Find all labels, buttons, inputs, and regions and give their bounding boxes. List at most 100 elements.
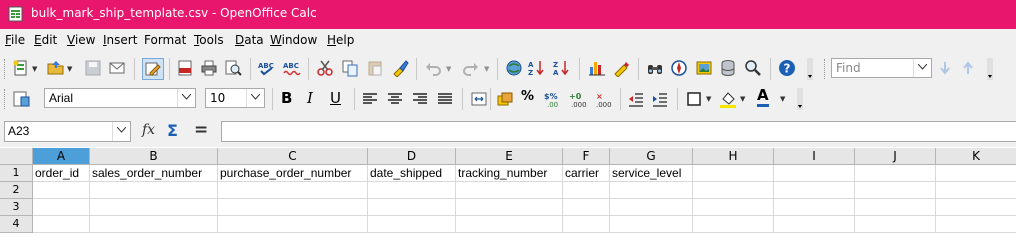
cell-h1[interactable]: [693, 165, 774, 182]
cell-g2[interactable]: [610, 182, 693, 199]
cell-c4[interactable]: [218, 216, 368, 233]
column-header-g[interactable]: G: [610, 148, 693, 165]
column-header-a[interactable]: A: [33, 148, 90, 165]
cell-k3[interactable]: [936, 199, 1016, 216]
cell-d2[interactable]: [368, 182, 456, 199]
cell-a3[interactable]: [33, 199, 90, 216]
find-toolbar-overflow-icon[interactable]: [987, 58, 993, 80]
open-dropdown-icon[interactable]: ▼: [67, 65, 72, 73]
draw-functions-icon[interactable]: [612, 59, 630, 77]
cell-f2[interactable]: [563, 182, 610, 199]
column-header-i[interactable]: I: [774, 148, 855, 165]
cell-h3[interactable]: [693, 199, 774, 216]
page-preview-icon[interactable]: [224, 59, 242, 77]
cell-f3[interactable]: [563, 199, 610, 216]
cell-b3[interactable]: [90, 199, 218, 216]
justify-icon[interactable]: [436, 90, 454, 108]
paste-icon[interactable]: [366, 59, 384, 77]
undo-icon[interactable]: [424, 59, 442, 77]
row-header-1[interactable]: 1: [0, 165, 33, 182]
email-icon[interactable]: [108, 59, 126, 77]
hyperlink-icon[interactable]: [505, 59, 523, 77]
currency-format-icon[interactable]: [496, 90, 514, 108]
cell-k4[interactable]: [936, 216, 1016, 233]
row-header-2[interactable]: 2: [0, 182, 33, 199]
cell-d4[interactable]: [368, 216, 456, 233]
borders-dropdown-icon[interactable]: ▼: [706, 95, 711, 103]
menu-file[interactable]: File: [5, 33, 25, 47]
cell-a1[interactable]: order_id: [33, 165, 90, 182]
cell-e1[interactable]: tracking_number: [456, 165, 563, 182]
column-header-f[interactable]: F: [563, 148, 610, 165]
cell-k1[interactable]: [936, 165, 1016, 182]
font-color-button[interactable]: A: [757, 87, 769, 107]
column-header-k[interactable]: K: [936, 148, 1016, 165]
function-wizard-button[interactable]: fx: [142, 122, 155, 138]
open-folder-icon[interactable]: [47, 59, 65, 77]
underline-button[interactable]: U: [330, 89, 341, 107]
cell-e4[interactable]: [456, 216, 563, 233]
name-box[interactable]: A23: [4, 121, 131, 142]
cell-e3[interactable]: [456, 199, 563, 216]
align-center-icon[interactable]: [386, 90, 404, 108]
cell-j1[interactable]: [855, 165, 936, 182]
cell-h2[interactable]: [693, 182, 774, 199]
cell-d1[interactable]: date_shipped: [368, 165, 456, 182]
copy-icon[interactable]: [341, 59, 359, 77]
cell-b2[interactable]: [90, 182, 218, 199]
function-button[interactable]: =: [194, 120, 208, 140]
decrease-indent-icon[interactable]: [627, 90, 645, 108]
save-icon[interactable]: [84, 59, 102, 77]
add-decimal-icon[interactable]: +0.000: [569, 90, 587, 108]
row-header-3[interactable]: 3: [0, 199, 33, 216]
background-color-dropdown-icon[interactable]: ▼: [740, 95, 745, 103]
cell-j2[interactable]: [855, 182, 936, 199]
cell-g3[interactable]: [610, 199, 693, 216]
redo-icon[interactable]: [462, 59, 480, 77]
select-all-corner[interactable]: [0, 148, 33, 165]
column-header-b[interactable]: B: [90, 148, 218, 165]
find-next-icon[interactable]: [936, 59, 954, 77]
menu-tools[interactable]: Tools: [194, 33, 224, 47]
cell-b4[interactable]: [90, 216, 218, 233]
borders-icon[interactable]: [685, 90, 703, 108]
cell-i1[interactable]: [774, 165, 855, 182]
insert-chart-icon[interactable]: [588, 59, 606, 77]
styles-formatting-icon[interactable]: [12, 90, 30, 108]
cell-a4[interactable]: [33, 216, 90, 233]
autospellcheck-icon[interactable]: ABC: [283, 59, 301, 77]
cell-c2[interactable]: [218, 182, 368, 199]
percent-format-button[interactable]: %: [521, 89, 534, 104]
merge-cells-icon[interactable]: [470, 90, 488, 108]
cell-e2[interactable]: [456, 182, 563, 199]
toolbar-grip[interactable]: [4, 59, 7, 79]
format-toolbar-overflow-icon[interactable]: [797, 88, 803, 110]
column-header-h[interactable]: H: [693, 148, 774, 165]
formula-input[interactable]: [221, 121, 1016, 142]
redo-dropdown-icon[interactable]: ▼: [484, 65, 489, 73]
bold-button[interactable]: B: [281, 89, 292, 107]
align-right-icon[interactable]: [411, 90, 429, 108]
cell-g4[interactable]: [610, 216, 693, 233]
cell-d3[interactable]: [368, 199, 456, 216]
undo-dropdown-icon[interactable]: ▼: [446, 65, 451, 73]
cell-b1[interactable]: sales_order_number: [90, 165, 218, 182]
zoom-icon[interactable]: [744, 59, 762, 77]
find-previous-icon[interactable]: [959, 59, 977, 77]
sum-button[interactable]: Σ: [167, 121, 178, 140]
menu-data[interactable]: Data: [235, 33, 264, 47]
export-pdf-icon[interactable]: [176, 59, 194, 77]
new-dropdown-icon[interactable]: ▼: [32, 65, 37, 73]
increase-indent-icon[interactable]: [651, 90, 669, 108]
font-name-dropdown-icon[interactable]: [177, 89, 195, 107]
menu-format[interactable]: Format: [144, 33, 186, 47]
menu-insert[interactable]: Insert: [103, 33, 137, 47]
background-color-icon[interactable]: [719, 90, 737, 108]
menu-window[interactable]: Window: [270, 33, 317, 47]
help-icon[interactable]: ?: [778, 59, 796, 77]
new-document-icon[interactable]: [12, 59, 30, 77]
find-replace-icon[interactable]: [646, 59, 664, 77]
toolbar-grip[interactable]: [4, 89, 7, 109]
cell-g1[interactable]: service_level: [610, 165, 693, 182]
gallery-icon[interactable]: [695, 59, 713, 77]
